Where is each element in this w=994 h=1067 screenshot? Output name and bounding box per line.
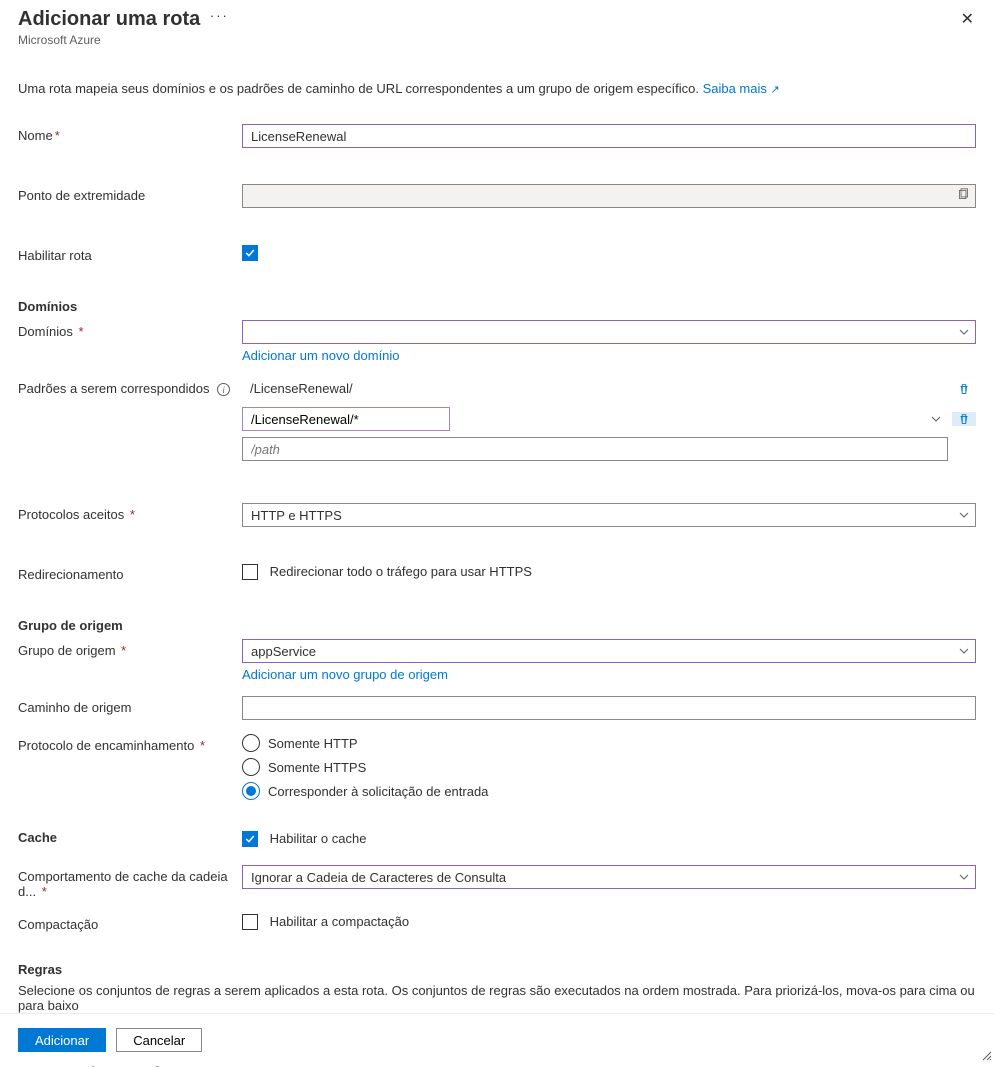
rules-section-header: Regras bbox=[18, 962, 976, 977]
accepted-protocols-select[interactable]: HTTP e HTTPS bbox=[242, 503, 976, 527]
enable-route-label: Habilitar rota bbox=[18, 244, 242, 263]
radio-https-only[interactable] bbox=[242, 758, 260, 776]
more-icon[interactable]: ··· bbox=[210, 8, 229, 23]
domains-section-header: Domínios bbox=[18, 299, 976, 314]
pattern-display: /LicenseRenewal/ bbox=[242, 377, 948, 401]
redirect-label: Redirecionamento bbox=[18, 563, 242, 582]
page-title: Adicionar uma rota bbox=[18, 8, 200, 31]
intro-body: Uma rota mapeia seus domínios e os padrõ… bbox=[18, 81, 703, 96]
add-button[interactable]: Adicionar bbox=[18, 1028, 106, 1052]
origin-group-label: Grupo de origem * bbox=[18, 639, 242, 658]
learn-more-label: Saiba mais bbox=[703, 81, 767, 96]
origin-section-header: Grupo de origem bbox=[18, 618, 976, 633]
radio-match-incoming[interactable] bbox=[242, 782, 260, 800]
cancel-button[interactable]: Cancelar bbox=[116, 1028, 202, 1052]
name-input[interactable] bbox=[242, 124, 976, 148]
cache-behavior-select[interactable]: Ignorar a Cadeia de Caracteres de Consul… bbox=[242, 865, 976, 889]
page-subtitle: Microsoft Azure bbox=[18, 33, 229, 47]
enable-cache-label: Habilitar o cache bbox=[270, 831, 367, 846]
delete-pattern-icon[interactable] bbox=[952, 382, 976, 396]
origin-group-select[interactable]: appService bbox=[242, 639, 976, 663]
redirect-checkbox-label: Redirecionar todo o tráfego para usar HT… bbox=[270, 564, 532, 579]
close-icon[interactable]: ✕ bbox=[959, 8, 976, 32]
origin-path-label: Caminho de origem bbox=[18, 696, 242, 715]
cache-behavior-label: Comportamento de cache da cadeia d... * bbox=[18, 865, 242, 899]
endpoint-label: Ponto de extremidade bbox=[18, 184, 242, 203]
domains-label: Domínios * bbox=[18, 320, 242, 339]
pattern-input-selected[interactable] bbox=[242, 407, 450, 431]
rules-description: Selecione os conjuntos de regras a serem… bbox=[18, 983, 976, 1013]
name-label: Nome* bbox=[18, 124, 242, 143]
intro-text: Uma rota mapeia seus domínios e os padrõ… bbox=[18, 81, 976, 96]
patterns-label: Padrões a serem correspondidos i bbox=[18, 377, 242, 396]
redirect-checkbox[interactable] bbox=[242, 564, 258, 580]
forward-protocol-label: Protocolo de encaminhamento * bbox=[18, 734, 242, 753]
compression-label: Compactação bbox=[18, 913, 242, 932]
enable-route-checkbox[interactable] bbox=[242, 245, 258, 261]
learn-more-link[interactable]: Saiba mais ↗ bbox=[703, 81, 780, 96]
enable-compression-checkbox[interactable] bbox=[242, 914, 258, 930]
chevron-down-icon bbox=[931, 414, 941, 424]
accepted-protocols-label: Protocolos aceitos * bbox=[18, 503, 242, 522]
radio-match-incoming-label: Corresponder à solicitação de entrada bbox=[268, 784, 488, 799]
radio-http-only[interactable] bbox=[242, 734, 260, 752]
add-origin-group-link[interactable]: Adicionar um novo grupo de origem bbox=[242, 667, 448, 682]
enable-cache-checkbox[interactable] bbox=[242, 831, 258, 847]
radio-http-only-label: Somente HTTP bbox=[268, 736, 358, 751]
endpoint-input bbox=[242, 184, 976, 208]
delete-pattern-icon[interactable] bbox=[952, 412, 976, 426]
domains-select[interactable] bbox=[242, 320, 976, 344]
external-link-icon: ↗ bbox=[771, 84, 780, 96]
info-icon[interactable]: i bbox=[217, 383, 230, 396]
origin-path-input[interactable] bbox=[242, 696, 976, 720]
add-domain-link[interactable]: Adicionar um novo domínio bbox=[242, 348, 400, 363]
cache-section-header: Cache bbox=[18, 830, 242, 845]
enable-compression-label: Habilitar a compactação bbox=[270, 914, 409, 929]
radio-https-only-label: Somente HTTPS bbox=[268, 760, 366, 775]
pattern-input-new[interactable] bbox=[242, 437, 948, 461]
resize-handle-icon[interactable] bbox=[982, 1049, 992, 1064]
